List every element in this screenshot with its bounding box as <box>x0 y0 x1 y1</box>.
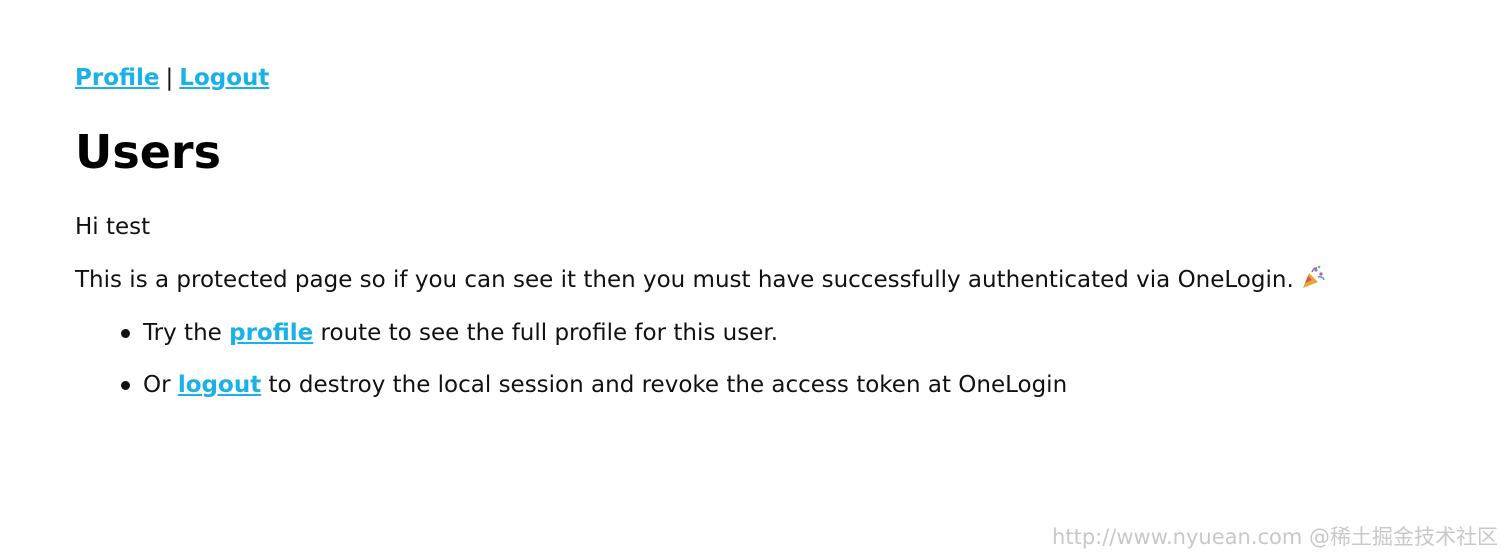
list-item-suffix: route to see the full profile for this u… <box>313 320 779 346</box>
profile-route-link[interactable]: profile <box>229 320 313 346</box>
list-item-suffix: to destroy the local session and revoke … <box>261 372 1068 398</box>
watermark: http://www.nyuean.com @稀土掘金技术社区 <box>1052 525 1498 549</box>
list-item-prefix: Try the <box>143 320 230 346</box>
help-list: Try the profile route to see the full pr… <box>75 318 1067 422</box>
top-nav: Profile | Logout <box>75 62 269 94</box>
logout-route-link[interactable]: logout <box>178 372 261 398</box>
list-item-prefix: Or <box>143 372 178 398</box>
nav-separator: | <box>165 65 174 91</box>
bullet-icon <box>121 381 130 390</box>
page-title: Users <box>75 125 221 179</box>
profile-link[interactable]: Profile <box>75 65 160 91</box>
description-text: This is a protected page so if you can s… <box>75 264 1326 298</box>
bullet-icon <box>121 329 130 338</box>
party-popper-icon <box>1300 264 1326 298</box>
logout-link[interactable]: Logout <box>179 65 269 91</box>
list-item: Try the profile route to see the full pr… <box>75 318 1067 348</box>
greeting-text: Hi test <box>75 214 151 240</box>
list-item: Or logout to destroy the local session a… <box>75 370 1067 400</box>
description-body: This is a protected page so if you can s… <box>75 267 1294 293</box>
